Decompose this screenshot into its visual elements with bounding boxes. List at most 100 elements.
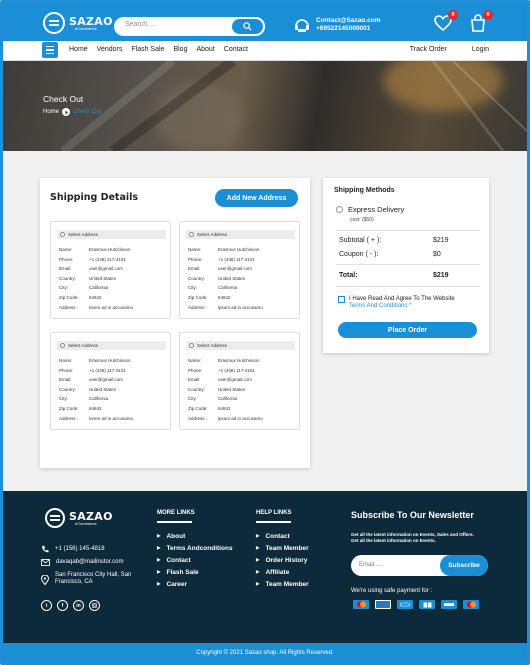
address-card[interactable]: Select Address Name: Erasmus Hutchinson P…: [179, 332, 300, 430]
coupon-row: Coupon ( - ): $0: [339, 251, 461, 258]
copyright-text: Copyright © 2021 Sazao shop. All Rights …: [196, 649, 334, 656]
address-value: lorem ad in accusamu: [89, 415, 134, 421]
breadcrumb-home[interactable]: Home: [43, 109, 59, 115]
select-address-radio[interactable]: [189, 343, 194, 348]
footer-address: San Francisco City Hall, San Francisco, …: [41, 572, 140, 586]
facebook-icon[interactable]: f: [57, 600, 68, 611]
nav-vendors[interactable]: Vendors: [97, 46, 123, 53]
name-value: Erasmus Hutchinson: [218, 247, 260, 252]
footer-link-contact[interactable]: Contact: [157, 554, 233, 566]
amex-icon: [375, 600, 391, 609]
header-email[interactable]: Contact@Sazao.com: [316, 17, 381, 25]
select-address-radio[interactable]: [189, 232, 194, 237]
newsletter-email-input[interactable]: Email.....: [359, 562, 382, 568]
select-address-radio[interactable]: [60, 232, 65, 237]
email-value: user@gmail.com: [89, 377, 123, 383]
name-label: Name:: [59, 358, 73, 363]
checkout-section: Shipping Details Add New Address Select …: [3, 151, 527, 491]
footer-phone: +1 (156) 145-4818: [41, 545, 105, 553]
phone-label: Phone:: [59, 367, 74, 373]
footer-link-career[interactable]: Career: [157, 578, 233, 590]
nav-contact[interactable]: Contact: [224, 46, 248, 53]
country-label: Country:: [188, 275, 206, 281]
card-icon: [419, 600, 435, 609]
divider: [336, 264, 480, 265]
cart-count-badge: 0: [483, 10, 493, 20]
country-value: United States: [218, 386, 246, 392]
methods-title: Shipping Methods: [334, 187, 395, 194]
footer-address-text: San Francisco City Hall, San Francisco, …: [55, 572, 132, 585]
country-label: Country:: [59, 275, 77, 281]
logo-icon: [45, 508, 65, 528]
search-icon: [243, 22, 252, 31]
subscribe-button[interactable]: Subscribe: [440, 555, 488, 576]
city-label: City:: [59, 396, 68, 402]
name-label: Name:: [188, 358, 202, 363]
city-value: California: [218, 285, 238, 291]
terms-checkbox[interactable]: [338, 296, 345, 303]
phone-value: +1 (448) 117-4101: [89, 256, 126, 262]
phone-value: +1 (448) 117-4101: [218, 256, 255, 262]
search-input[interactable]: Search.....: [125, 21, 157, 28]
brand-logo[interactable]: SAZAO eCommerce: [43, 12, 113, 34]
visa-icon: [441, 600, 457, 609]
help-links-title: HELP LINKS: [256, 510, 292, 516]
footer-link-affiliate[interactable]: Affiliate: [256, 566, 309, 578]
city-label: City:: [188, 396, 197, 402]
terms-agreement: I Have Read And Agree To The Website Ter…: [338, 296, 455, 310]
express-delivery-radio[interactable]: [336, 206, 343, 213]
newsletter-description: Get all the latest information on Events…: [351, 532, 474, 543]
zip-label: Zip Code:: [59, 294, 79, 300]
address-card[interactable]: Select Address Name: Erasmus Hutchinson P…: [50, 221, 171, 319]
track-order-link[interactable]: Track Order: [410, 46, 447, 53]
page-title: Check Out: [43, 94, 84, 104]
name-label: Name:: [59, 247, 73, 252]
terms-link[interactable]: Terms And Conditions *: [349, 303, 455, 310]
cart-button[interactable]: 0: [468, 10, 493, 35]
mastercard-icon: [353, 600, 369, 609]
footer-logo[interactable]: SAZAO eCommerce: [45, 508, 113, 528]
footer-phone-text[interactable]: +1 (156) 145-4818: [55, 546, 105, 553]
footer-link-about[interactable]: About: [157, 530, 233, 542]
footer-link-flash-sale[interactable]: Flash Sale: [157, 566, 233, 578]
shipping-methods-card: Shipping Methods Express Delivery cost: …: [323, 178, 489, 353]
footer-link-order-history[interactable]: Order History: [256, 554, 309, 566]
search-button[interactable]: [230, 17, 265, 36]
add-address-button[interactable]: Add New Address: [215, 189, 298, 207]
nav-about[interactable]: About: [196, 46, 214, 53]
footer-link-terms[interactable]: Terms Andconditions: [157, 542, 232, 554]
select-address-label: Select Address: [68, 232, 99, 237]
divider: [336, 286, 480, 287]
top-bar: SAZAO eCommerce Search..... Contact@Saza…: [3, 3, 527, 41]
select-address-label: Select Address: [197, 232, 228, 237]
payment-label: We're using safe payment for :: [351, 588, 433, 594]
footer-link-team-member[interactable]: Team Member: [256, 578, 308, 590]
login-link[interactable]: Login: [472, 46, 489, 53]
nav-flash-sale[interactable]: Flash Sale: [131, 46, 164, 53]
paypal-icon: [397, 600, 413, 609]
zip-value: 64842: [218, 405, 231, 411]
address-card[interactable]: Select Address Name: Erasmus Hutchinson P…: [50, 332, 171, 430]
menu-icon[interactable]: [42, 42, 58, 58]
footer-link-contact[interactable]: Contact: [256, 530, 309, 542]
instagram-icon[interactable]: [89, 600, 100, 611]
email-value: user@gmail.com: [218, 266, 252, 272]
footer-link-team-member[interactable]: Team Member: [256, 542, 308, 554]
header-phone[interactable]: +69522145000001: [316, 25, 381, 33]
select-address-radio[interactable]: [60, 343, 65, 348]
wishlist-button[interactable]: 0: [433, 10, 458, 35]
nav-home[interactable]: Home: [69, 46, 88, 53]
select-address-label: Select Address: [197, 343, 228, 348]
express-delivery-option[interactable]: Express Delivery: [336, 205, 404, 214]
address-card[interactable]: Select Address Name: Erasmus Hutchinson P…: [179, 221, 300, 319]
total-label: Total:: [339, 272, 358, 279]
subtotal-row: Subtotal ( + ): $219: [339, 237, 461, 244]
chevron-right-icon: [62, 108, 71, 116]
linkedin-icon[interactable]: in: [73, 600, 84, 611]
twitter-icon[interactable]: t: [41, 600, 52, 611]
page-banner: Check Out Home Check Out: [3, 61, 527, 151]
help-links-column: HELP LINKS Contact Team Member Order His…: [256, 510, 309, 590]
nav-blog[interactable]: Blog: [173, 46, 187, 53]
place-order-button[interactable]: Place Order: [338, 322, 477, 338]
footer-email-text[interactable]: davaqab@mailinstor.com: [56, 559, 123, 566]
